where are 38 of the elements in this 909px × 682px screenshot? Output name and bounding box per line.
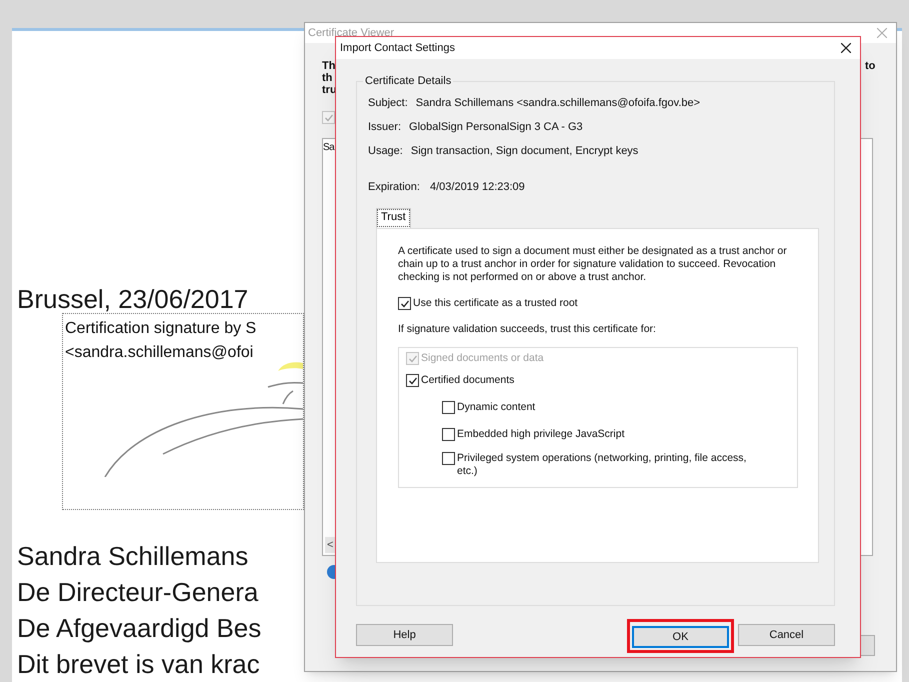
checkbox[interactable] — [442, 452, 455, 465]
window-title: Certificate Viewer — [308, 26, 394, 41]
intro-text: to — [865, 60, 876, 72]
document-text: Dit brevet is van krac — [17, 648, 261, 681]
field-label: Usage: — [368, 145, 403, 158]
list-item[interactable]: Sa — [323, 142, 334, 154]
field-value: Sandra Schillemans <sandra.schillemans@ofoifa.fgov.be> — [416, 97, 700, 110]
checkbox[interactable] — [398, 297, 411, 310]
checkbox-label[interactable]: Certified documents — [421, 374, 514, 387]
field-value: GlobalSign PersonalSign 3 CA - G3 — [409, 121, 583, 134]
dialog-title: Import Contact Settings — [340, 40, 455, 56]
checkbox-label[interactable]: Dynamic content — [457, 401, 536, 414]
field-value: 4/03/2019 12:23:09 — [430, 181, 525, 194]
date-line: Brussel, 23/06/2017 — [17, 284, 248, 314]
dialog-button[interactable]: OK — [632, 626, 729, 648]
description-text: A certificate used to sign a document must either be designated as a trust anchor or chain up to a trust anchor in order for signature validation to succeed. Revocation checking is not performed on or above a trust anchor. — [398, 245, 788, 284]
document-text: De Directeur-Genera — [17, 576, 260, 609]
dialog-button[interactable]: Cancel — [738, 624, 835, 646]
checkbox[interactable] — [442, 428, 455, 441]
field-label: Subject: — [368, 97, 408, 110]
checkbox-label[interactable]: Embedded high privilege JavaScript — [457, 428, 625, 441]
intro-text: th — [322, 72, 334, 84]
close-icon[interactable] — [841, 43, 851, 53]
checkbox-label[interactable]: Use this certificate as a trusted root — [413, 297, 578, 310]
field-value: Sign transaction, Sign document, Encrypt keys — [410, 145, 638, 158]
dialog-button[interactable]: Help — [356, 624, 453, 646]
document-text: Sandra Schillemans — [17, 540, 250, 573]
signature-text: Certification signature by S — [65, 319, 258, 339]
checkbox[interactable] — [406, 374, 419, 387]
signature-text: <sandra.schillemans@ofoi — [65, 343, 254, 363]
checkbox[interactable] — [442, 401, 455, 414]
document-text: De Afgevaardigd Bes — [17, 612, 262, 645]
field-label: Expiration: — [368, 181, 420, 194]
intro-text: Th — [322, 60, 336, 72]
field-label: Issuer: — [368, 121, 402, 134]
checkbox-label[interactable]: Privileged system operations (networking, printing, file access, etc.) — [457, 452, 762, 478]
section-label: If signature validation succeeds, trust this certificate for: — [398, 323, 657, 336]
tab[interactable]: Trust — [376, 208, 411, 228]
